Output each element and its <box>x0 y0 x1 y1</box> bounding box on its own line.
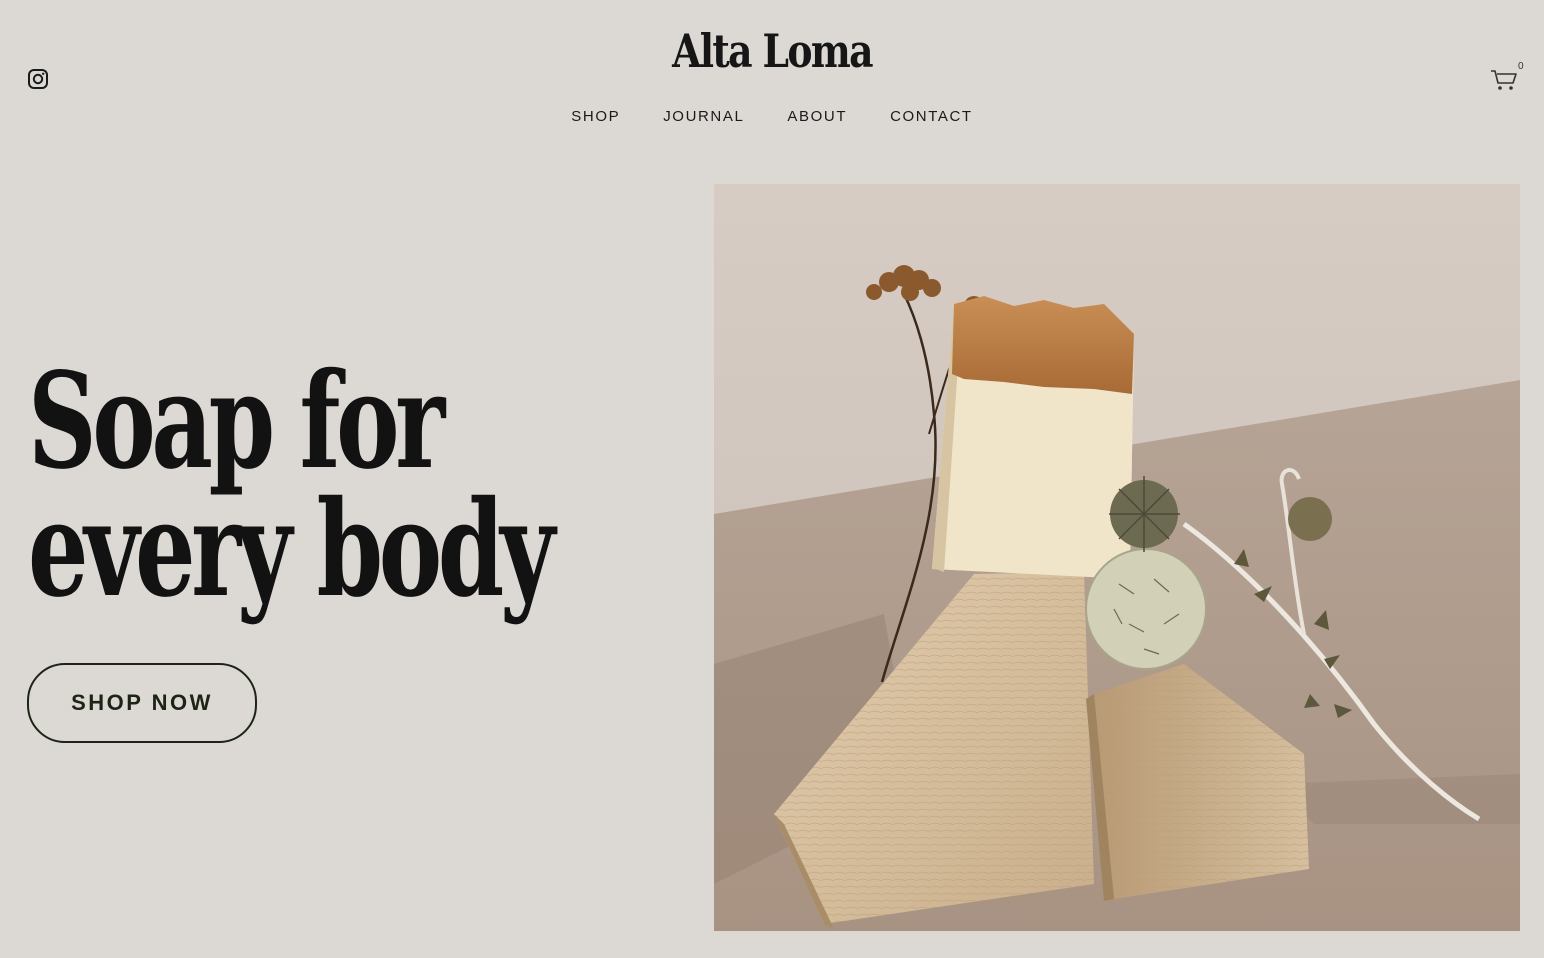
hero-headline: Soap for every body <box>28 344 555 627</box>
hero-product-image <box>714 184 1520 931</box>
main-nav: SHOP JOURNAL ABOUT CONTACT <box>0 108 1544 125</box>
nav-item-contact[interactable]: CONTACT <box>890 108 973 125</box>
nav-item-journal[interactable]: JOURNAL <box>663 108 744 125</box>
instagram-icon[interactable] <box>27 68 49 90</box>
cart-count-badge: 0 <box>1518 61 1524 72</box>
nav-item-about[interactable]: ABOUT <box>787 108 847 125</box>
shop-now-button[interactable]: SHOP NOW <box>27 663 257 743</box>
cart-button[interactable]: 0 <box>1490 61 1524 94</box>
cart-icon <box>1491 70 1517 90</box>
hero-headline-line-2: every body <box>28 472 555 627</box>
brand-logo[interactable]: Alta Loma <box>139 24 1405 78</box>
nav-item-shop[interactable]: SHOP <box>571 108 620 125</box>
hero-headline-line-1: Soap for <box>28 344 445 499</box>
site-header: Alta Loma SHOP JOURNAL ABOUT CONTACT 0 <box>0 0 1544 150</box>
